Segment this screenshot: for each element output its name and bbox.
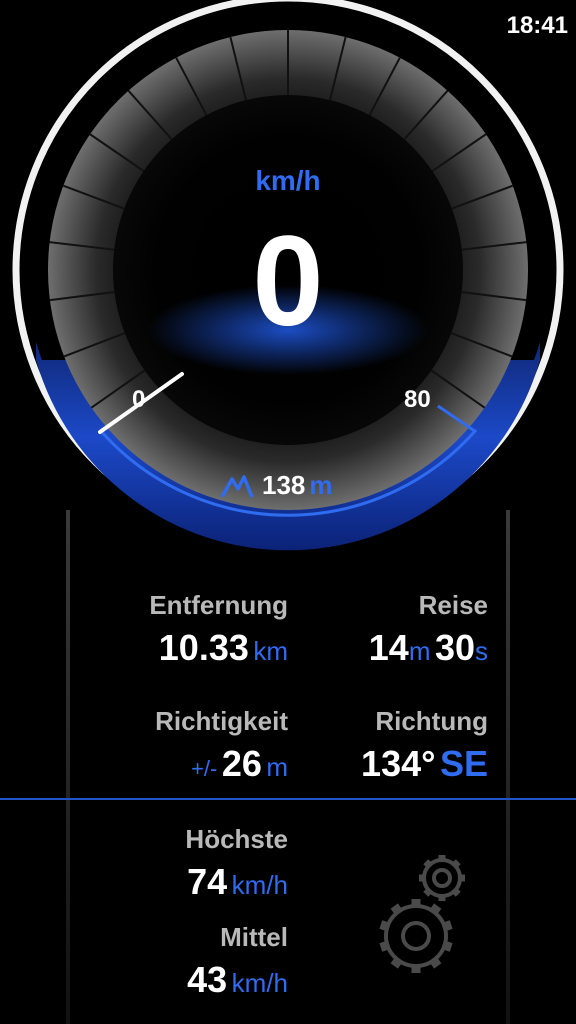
altitude-value: 138 — [262, 470, 306, 500]
trip-stat: Reise 14m 30s — [218, 590, 488, 669]
trip-seconds: 30 — [434, 627, 475, 668]
max-speed-unit: km/h — [231, 870, 288, 900]
heading-label: Richtung — [375, 706, 488, 736]
heading-direction: SE — [439, 743, 488, 784]
avg-speed-label: Mittel — [220, 922, 288, 952]
trip-minutes-unit: m — [408, 636, 431, 666]
scale-min-label: 0 — [132, 386, 146, 413]
avg-speed-unit: km/h — [231, 968, 288, 998]
max-speed-label: Höchste — [185, 824, 288, 854]
speed-unit: km/h — [255, 165, 321, 196]
altitude-readout: 138 m — [220, 470, 333, 501]
trip-label: Reise — [418, 590, 488, 620]
mountain-icon — [220, 474, 254, 498]
gears-icon[interactable] — [372, 844, 482, 984]
trip-seconds-unit: s — [475, 636, 488, 666]
avg-speed-stat: Mittel 43 km/h — [18, 922, 288, 1001]
altitude-unit: m — [309, 470, 333, 500]
accuracy-prefix: +/- — [191, 756, 218, 781]
max-speed-stat: Höchste 74 km/h — [18, 824, 288, 903]
trip-minutes: 14 — [368, 627, 409, 668]
max-speed-value: 74 — [187, 861, 228, 902]
scale-max-label: 80 — [404, 386, 431, 413]
speed-value: 0 — [252, 210, 324, 353]
heading-value: 134° — [361, 743, 436, 784]
avg-speed-value: 43 — [187, 959, 228, 1000]
section-divider — [0, 798, 576, 800]
heading-stat: Richtung 134° SE — [218, 706, 488, 785]
right-rail — [506, 510, 510, 1024]
